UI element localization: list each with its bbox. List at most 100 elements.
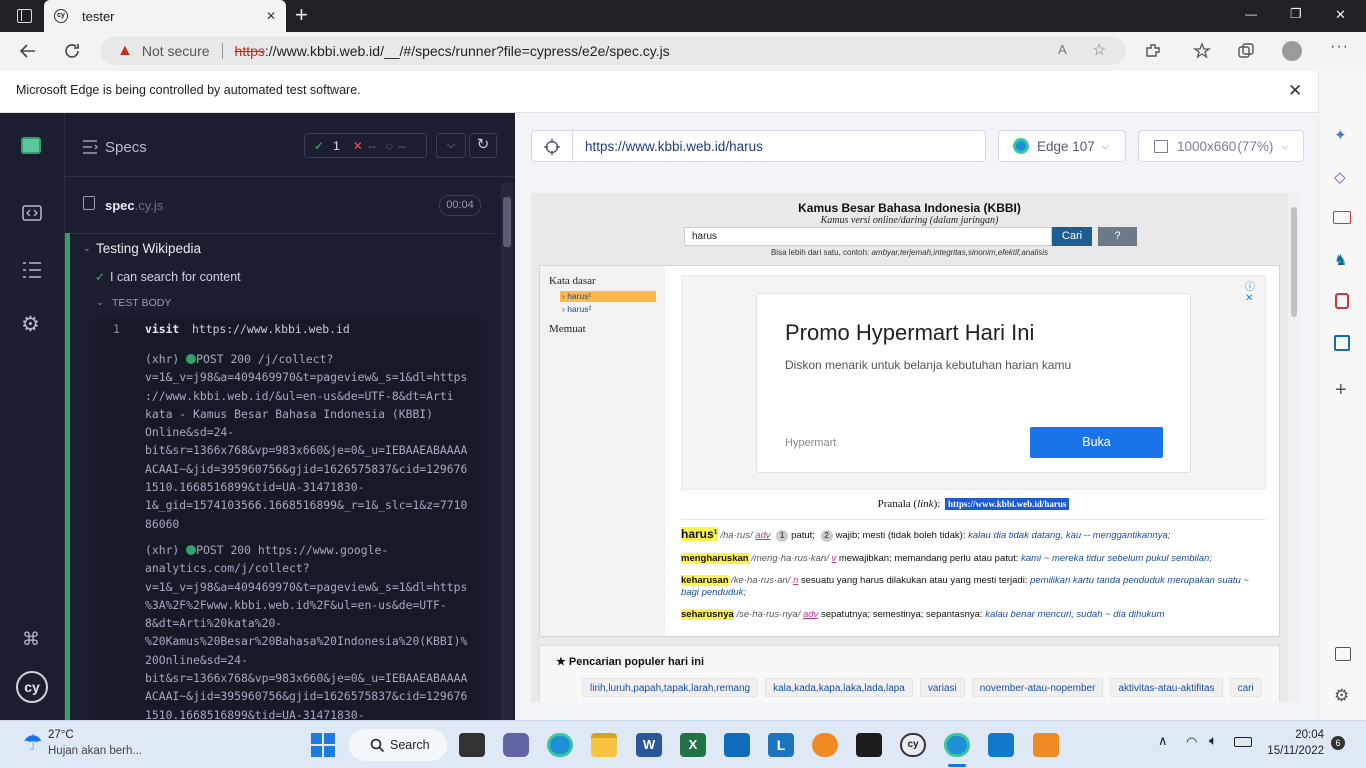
url-scheme: https <box>234 43 265 59</box>
weather-desc[interactable]: Hujan akan berh... <box>48 745 142 757</box>
help-button[interactable]: ? <box>1098 227 1137 246</box>
ad-description: Diskon menarik untuk belanja kebutuhan h… <box>785 358 1072 372</box>
popular-tag[interactable]: november-atau-nopember <box>971 678 1104 697</box>
wifi-icon[interactable]: ◠ <box>1186 734 1197 750</box>
edge-extensions-icon[interactable] <box>1144 42 1162 60</box>
clock-date[interactable]: 15/11/2022 <box>1258 745 1324 757</box>
popular-tag[interactable]: aktivitas-atau-aktifitas <box>1110 678 1223 697</box>
ad-buka-button[interactable]: Buka <box>1030 427 1163 458</box>
favorites-star-icon[interactable] <box>1193 42 1211 60</box>
rerun-button[interactable]: ↻ <box>469 133 497 158</box>
shopping-tag-icon[interactable]: ◇ <box>1334 168 1346 186</box>
aut-scrollbar[interactable] <box>1288 193 1300 702</box>
body-chevron-icon[interactable]: ⌄ <box>96 297 104 308</box>
pranala-url[interactable]: https://www.kbbi.web.id/harus <box>945 498 1070 510</box>
excel-icon[interactable]: X <box>680 733 706 757</box>
edge-taskbar-icon[interactable] <box>547 733 573 757</box>
outlook-icon[interactable] <box>1334 335 1350 351</box>
show-hidden-icons[interactable]: ∧ <box>1158 733 1168 749</box>
viewport-info[interactable]: 1000x660 (77%) ⌵ <box>1138 130 1304 162</box>
suite-title[interactable]: Testing Wikipedia <box>96 241 201 256</box>
add-favorite-icon[interactable]: ☆ <box>1092 40 1106 60</box>
popular-tag[interactable]: lirih,luruh,papah,tapak,larah,remang <box>582 678 759 697</box>
xhr-log-2[interactable]: (xhr) POST 200 https://www.google- analy… <box>145 541 479 720</box>
office-icon[interactable] <box>1335 293 1349 309</box>
settings-gear-icon[interactable]: ⚙ <box>21 314 40 336</box>
infobar-close-icon[interactable]: ✕ <box>1288 81 1302 101</box>
address-bar[interactable]: ▲ Not secure https ://www.kbbi.web.id/__… <box>100 37 1126 65</box>
edge-active-taskbar-icon[interactable] <box>944 733 970 757</box>
maximize-button[interactable]: ❐ <box>1290 6 1302 22</box>
task-view-icon[interactable] <box>459 733 485 757</box>
sidebar-settings-icon[interactable]: ⚙ <box>1334 686 1349 706</box>
test-title[interactable]: I can search for content <box>110 270 241 284</box>
xhr-log-1[interactable]: (xhr) POST 200 /j/collect? v=1&_v=j98&a=… <box>145 350 479 533</box>
read-aloud-icon[interactable]: A <box>1058 42 1067 57</box>
games-icon[interactable]: ♞ <box>1334 251 1347 269</box>
side-item-harus2[interactable]: › harus² <box>560 304 591 314</box>
vscode-icon[interactable] <box>988 733 1014 757</box>
cypress-taskbar-icon[interactable]: cy <box>900 733 926 757</box>
back-arrow-icon[interactable] <box>18 41 38 61</box>
tab-close-icon[interactable]: ✕ <box>266 9 276 23</box>
tab-actions-icon[interactable] <box>17 9 32 23</box>
pdf-app-icon[interactable] <box>1033 733 1059 757</box>
notification-badge[interactable]: 6 <box>1331 736 1345 750</box>
windows-taskbar: ☂ 27°C Hujan akan berh... Search W X L c… <box>0 720 1366 768</box>
terminal-icon[interactable] <box>856 733 882 757</box>
tools-briefcase-icon[interactable] <box>1333 211 1351 224</box>
cypress-project-icon[interactable] <box>21 137 41 154</box>
cari-button[interactable]: Cari <box>1052 227 1092 246</box>
weather-rain-icon[interactable]: ☂ <box>23 730 43 756</box>
suite-chevron-icon[interactable]: ⌄ <box>83 243 91 254</box>
test-body-label[interactable]: TEST BODY <box>112 297 171 309</box>
start-windows-icon[interactable] <box>311 733 335 757</box>
pranala-line: Pranala (link): https://www.kbbi.web.id/… <box>681 498 1266 510</box>
close-window-button[interactable]: ✕ <box>1335 7 1346 23</box>
selector-playground-button[interactable] <box>531 130 573 162</box>
aut-url-field[interactable]: https://www.kbbi.web.id/harus <box>572 130 986 162</box>
sidebar-add-icon[interactable]: + <box>1335 379 1347 402</box>
mail-icon[interactable] <box>724 733 750 757</box>
runs-icon[interactable] <box>22 261 42 279</box>
ad-info-icon[interactable]: ⓘ ✕ <box>1245 278 1265 304</box>
headset-icon[interactable] <box>812 733 838 757</box>
url-text: ://www.kbbi.web.id/__/#/specs/runner?fil… <box>264 43 670 59</box>
minimize-button[interactable]: — <box>1245 7 1257 21</box>
popular-tag[interactable]: variasi <box>919 678 965 697</box>
refresh-icon[interactable] <box>62 41 82 61</box>
specs-list-icon[interactable] <box>22 205 42 221</box>
specs-toggle-icon[interactable] <box>82 140 98 154</box>
popular-tags: lirih,luruh,papah,tapak,larah,remang kala… <box>582 678 1269 697</box>
popular-tag[interactable]: cari <box>1229 678 1262 697</box>
side-item-harus1[interactable]: › harus¹ <box>560 291 656 302</box>
teams-chat-icon[interactable] <box>503 733 529 757</box>
ad-card[interactable]: Promo Hypermart Hari Ini Diskon menarik … <box>756 293 1191 473</box>
clock-time[interactable]: 20:04 <box>1266 729 1324 741</box>
reporter-scrollbar[interactable] <box>501 183 513 720</box>
word-icon[interactable]: W <box>636 733 662 757</box>
lightroom-icon[interactable]: L <box>768 733 794 757</box>
taskbar-search[interactable]: Search <box>349 729 447 761</box>
weather-temp[interactable]: 27°C <box>48 729 74 741</box>
command-url: https://www.kbbi.web.id <box>192 322 350 336</box>
new-tab-button[interactable]: + <box>295 3 308 27</box>
cypress-logo[interactable]: cy <box>16 671 48 703</box>
volume-icon[interactable]: 🔈︎ <box>1209 732 1217 749</box>
viewport-icon <box>1154 139 1168 153</box>
collapse-chevron-button[interactable]: ⌵ <box>436 133 466 158</box>
profile-avatar[interactable] <box>1282 41 1302 61</box>
chevron-down-icon: ⌵ <box>1281 140 1289 151</box>
more-menu-icon[interactable]: ··· <box>1330 38 1349 56</box>
popular-tag[interactable]: kala,kada,kapa,laka,lada,lapa <box>765 678 913 697</box>
kbbi-search-input[interactable]: harus <box>684 227 1052 246</box>
copilot-icon[interactable]: ✦ <box>1334 126 1347 144</box>
collections-icon[interactable] <box>1237 42 1255 60</box>
battery-icon[interactable] <box>1234 737 1252 747</box>
browser-tab[interactable]: cy tester ✕ <box>44 0 286 32</box>
keyboard-shortcuts-icon[interactable]: ⌘ <box>22 629 40 650</box>
browser-selector[interactable]: Edge 107 ⌵ <box>998 130 1126 162</box>
specs-label[interactable]: Specs <box>105 139 147 156</box>
file-explorer-icon[interactable] <box>591 733 617 757</box>
hide-sidebar-icon[interactable] <box>1335 647 1351 661</box>
